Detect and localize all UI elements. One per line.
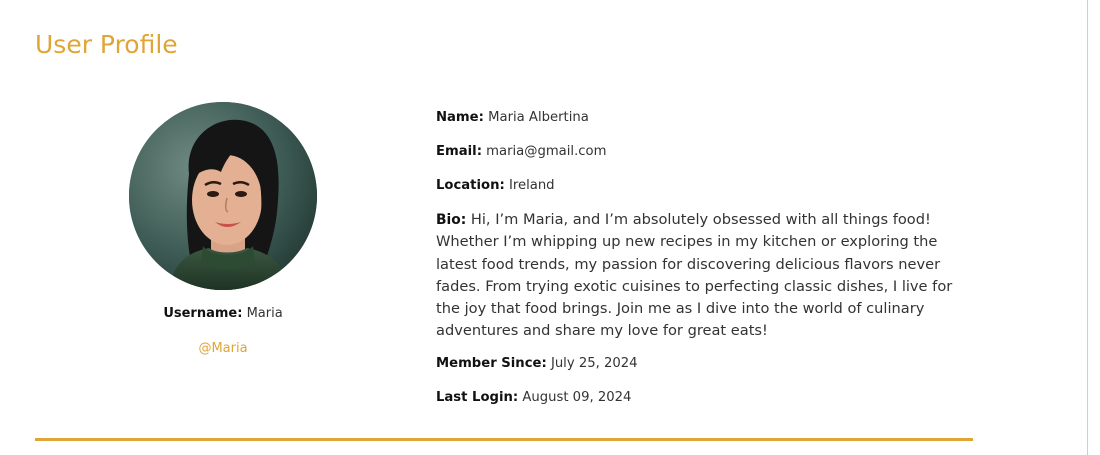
- member-since-value: July 25, 2024: [550, 355, 638, 371]
- email-label: Email:: [436, 144, 482, 159]
- window-edge: [1087, 0, 1100, 455]
- username-label: Username:: [163, 306, 243, 321]
- location-field: Location: Ireland: [436, 175, 961, 197]
- member-since-label: Member Since:: [436, 355, 547, 371]
- avatar: [129, 102, 317, 290]
- name-label: Name:: [436, 110, 484, 125]
- profile-details: Name: Maria Albertina Email: maria@gmail…: [436, 107, 961, 421]
- member-since-field: Member Since: July 25, 2024: [436, 353, 961, 375]
- last-login-field: Last Login: August 09, 2024: [436, 387, 961, 409]
- profile-summary: Username: Maria @Maria: [110, 102, 336, 358]
- name-value: Maria Albertina: [488, 110, 589, 125]
- bio-label: Bio:: [436, 212, 467, 228]
- user-handle: @Maria: [198, 341, 248, 356]
- username-value: Maria: [246, 306, 283, 321]
- email-field: Email: maria@gmail.com: [436, 141, 961, 163]
- location-label: Location:: [436, 178, 505, 193]
- last-login-value: August 09, 2024: [522, 389, 632, 405]
- avatar-image: [129, 102, 317, 290]
- last-login-label: Last Login:: [436, 389, 519, 405]
- bio-value: Hi, I’m Maria, and I’m absolutely obsess…: [436, 211, 953, 340]
- name-field: Name: Maria Albertina: [436, 107, 961, 129]
- username-row: Username: Maria: [110, 305, 336, 323]
- bio-field: Bio: Hi, I’m Maria, and I’m absolutely o…: [436, 209, 961, 343]
- section-divider: [35, 438, 973, 441]
- page-title: User Profile: [35, 30, 178, 59]
- location-value: Ireland: [508, 178, 555, 193]
- email-value: maria@gmail.com: [486, 144, 607, 159]
